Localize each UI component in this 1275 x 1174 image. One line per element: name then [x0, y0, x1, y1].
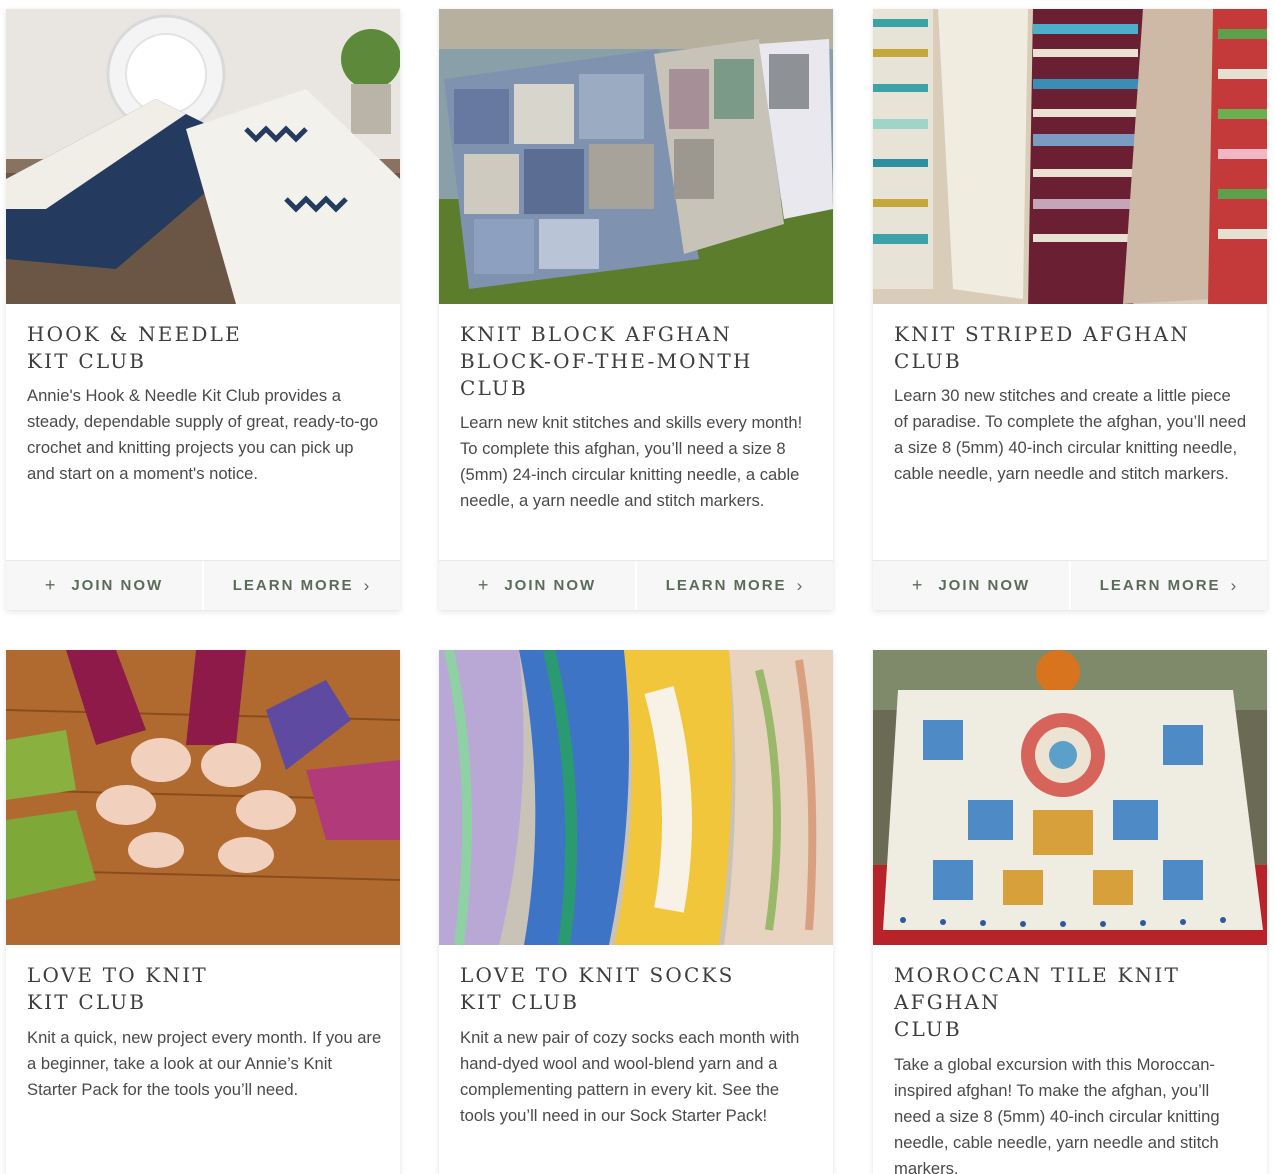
plus-icon: + — [44, 575, 58, 595]
join-now-label: JOIN NOW — [504, 577, 597, 594]
knit-block-afghan-photo[interactable] — [439, 9, 833, 304]
card-title: LOVE TO KNIT KIT CLUB — [27, 963, 208, 1014]
join-now-label: JOIN NOW — [71, 577, 164, 594]
card-title: LOVE TO KNIT SOCKS KIT CLUB — [460, 963, 735, 1014]
learn-more-button[interactable]: LEARN MORE › — [1069, 561, 1267, 610]
learn-more-label: LEARN MORE — [232, 577, 354, 594]
card-description: Learn new knit stitches and skills every… — [460, 413, 803, 510]
card-love-to-knit-socks: LOVE TO KNIT SOCKS KIT CLUB Knit a new p… — [439, 650, 833, 1174]
join-now-button[interactable]: + JOIN NOW — [439, 561, 635, 610]
love-to-knit-photo[interactable] — [6, 650, 400, 945]
card-description: Annie's Hook & Needle Kit Club provides … — [27, 386, 379, 483]
join-now-button[interactable]: + JOIN NOW — [6, 561, 202, 610]
card-description: Learn 30 new stitches and create a littl… — [894, 386, 1247, 483]
chevron-right-icon: › — [363, 575, 372, 595]
join-now-button[interactable]: + JOIN NOW — [873, 561, 1069, 610]
card-title: HOOK & NEEDLE KIT CLUB — [27, 322, 242, 373]
hook-needle-photo[interactable] — [6, 9, 400, 304]
card-hook-needle: HOOK & NEEDLE KIT CLUB Annie's Hook & Ne… — [6, 9, 400, 610]
card-knit-striped-afghan: KNIT STRIPED AFGHAN CLUB Learn 30 new st… — [873, 9, 1267, 610]
card-description: Take a global excursion with this Morocc… — [894, 1055, 1220, 1174]
card-title: KNIT BLOCK AFGHAN BLOCK-OF-THE-MONTH CLU… — [460, 322, 753, 400]
card-love-to-knit: LOVE TO KNIT KIT CLUB Knit a quick, new … — [6, 650, 400, 1174]
learn-more-button[interactable]: LEARN MORE › — [635, 561, 833, 610]
knit-striped-afghan-photo[interactable] — [873, 9, 1267, 304]
kit-club-grid: HOOK & NEEDLE KIT CLUB Annie's Hook & Ne… — [0, 0, 1275, 1174]
join-now-label: JOIN NOW — [938, 577, 1031, 594]
card-title: KNIT STRIPED AFGHAN CLUB — [894, 322, 1190, 373]
card-actions: + JOIN NOW LEARN MORE › — [873, 560, 1267, 610]
card-moroccan-tile-afghan: MOROCCAN TILE KNIT AFGHAN CLUB Take a gl… — [873, 650, 1267, 1174]
chevron-right-icon: › — [796, 575, 805, 595]
plus-icon: + — [477, 575, 491, 595]
card-actions: + JOIN NOW LEARN MORE › — [439, 560, 833, 610]
card-knit-block-afghan: KNIT BLOCK AFGHAN BLOCK-OF-THE-MONTH CLU… — [439, 9, 833, 610]
learn-more-button[interactable]: LEARN MORE › — [202, 561, 400, 610]
card-description: Knit a quick, new project every month. I… — [27, 1028, 382, 1099]
card-title: MOROCCAN TILE KNIT AFGHAN CLUB — [894, 963, 1180, 1041]
card-description: Knit a new pair of cozy socks each month… — [460, 1028, 800, 1125]
card-actions: + JOIN NOW LEARN MORE › — [6, 560, 400, 610]
chevron-right-icon: › — [1230, 575, 1239, 595]
moroccan-tile-afghan-photo[interactable] — [873, 650, 1267, 945]
learn-more-label: LEARN MORE — [665, 577, 787, 594]
learn-more-label: LEARN MORE — [1099, 577, 1221, 594]
love-to-knit-socks-photo[interactable] — [439, 650, 833, 945]
plus-icon: + — [911, 575, 925, 595]
